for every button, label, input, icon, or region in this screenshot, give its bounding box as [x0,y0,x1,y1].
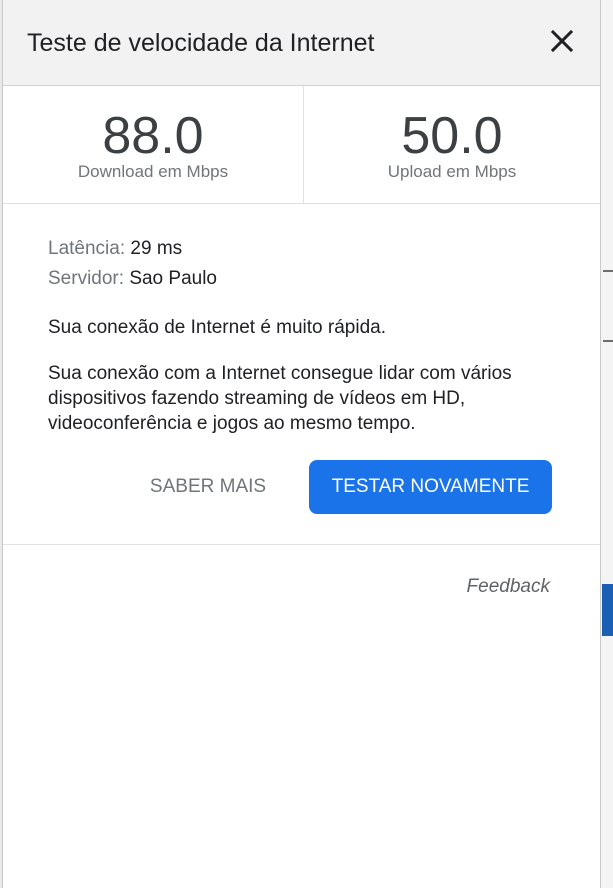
connection-details: Latência: 29 ms Servidor: Sao Paulo [48,236,568,296]
server-label: Servidor: [48,268,125,289]
retest-button[interactable]: TESTAR NOVAMENTE [309,460,552,514]
download-result: 88.0 Download em Mbps [3,86,303,203]
learn-more-button[interactable]: SABER MAIS [131,466,285,508]
upload-result: 50.0 Upload em Mbps [303,86,600,203]
speed-results: 88.0 Download em Mbps 50.0 Upload em Mbp… [3,86,600,204]
speed-test-dialog: Teste de velocidade da Internet 88.0 Dow… [2,0,601,888]
latency-row: Latência: 29 ms [48,236,568,266]
download-label: Download em Mbps [77,162,229,181]
background-mark [603,270,613,272]
close-button[interactable] [547,26,577,56]
background-mark [603,340,613,342]
server-value: Sao Paulo [129,268,217,289]
dialog-title: Teste de velocidade da Internet [27,29,375,57]
server-row: Servidor: Sao Paulo [48,266,568,296]
background-button [602,584,613,636]
upload-label: Upload em Mbps [387,162,517,181]
download-value: 88.0 [102,107,204,165]
close-icon [550,29,574,53]
divider [3,544,600,545]
latency-value: 29 ms [130,238,183,259]
page: Teste de velocidade da Internet 88.0 Dow… [0,0,613,888]
feedback-link[interactable]: Feedback [467,576,550,598]
latency-label: Latência: [48,238,126,259]
dialog-header: Teste de velocidade da Internet [3,0,600,86]
speed-summary: Sua conexão de Internet é muito rápida. [48,317,387,338]
upload-value: 50.0 [401,107,503,165]
speed-description: Sua conexão com a Internet consegue lida… [48,363,512,434]
background-page [600,0,613,888]
